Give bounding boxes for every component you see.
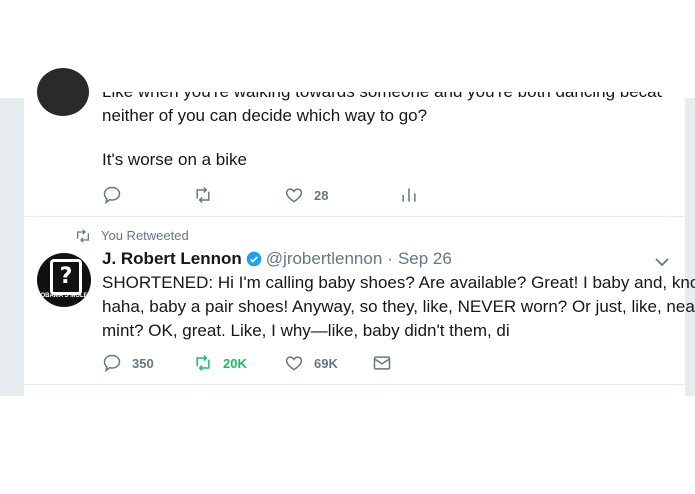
tweet-text-fragment: Like when you're walking towards someone… [102,92,662,102]
avatar[interactable] [37,68,89,116]
reply-icon [103,354,121,373]
reply-button[interactable]: 350 [102,353,154,373]
retweet-context-icon [77,229,89,242]
tweet-divider [24,384,685,385]
heart-icon [285,356,303,371]
like-count: 28 [314,187,329,203]
tweet-text-line: SHORTENED: Hi I'm calling baby shoes? Ar… [102,273,695,292]
retweet-context: You Retweeted [75,228,189,243]
tweet-text-line: mint? OK, great. Like, I why—like, baby … [102,321,510,340]
retweet-count: 20K [223,355,247,371]
tweet-text-line: haha, baby a pair shoes! Anyway, so they… [102,297,695,316]
reply-button[interactable] [102,185,122,205]
tweet-date[interactable]: Sep 26 [398,249,452,269]
timeline-background: Like when you're walking towards someone… [0,68,695,396]
retweet-icon [196,354,210,372]
analytics-button[interactable] [399,185,419,205]
tweet-divider [24,216,685,217]
avatar-caption: OBAMA'S MOLE [40,293,88,299]
like-button[interactable]: 28 [284,185,328,205]
analytics-icon [402,188,416,202]
retweet-icon [196,186,210,204]
tweet-text: neither of you can decide which way to g… [102,106,428,125]
author-handle[interactable]: @jrobertlennon [266,249,383,269]
retweet-button[interactable]: 20K [193,353,247,373]
heart-icon [285,188,303,203]
question-mark-icon: ? [50,259,82,295]
meta-separator: · [387,249,393,268]
retweet-context-label: You Retweeted [101,228,189,243]
direct-message-button[interactable] [372,353,392,373]
reply-icon [103,186,121,205]
tweet-header: J. Robert Lennon @jrobertlennon · Sep 26 [102,249,452,269]
chevron-down-icon[interactable] [654,254,670,270]
like-count: 69K [314,355,338,371]
author-name[interactable]: J. Robert Lennon [102,249,242,269]
envelope-icon [373,356,391,370]
timeline-card: Like when you're walking towards someone… [24,68,695,396]
tweet-text-cut-line: Like when you're walking towards someone… [102,92,662,102]
retweet-button[interactable] [193,185,213,205]
verified-badge-icon [246,251,262,267]
like-button[interactable]: 69K [284,353,338,373]
reply-count: 350 [132,355,154,371]
tweet-text: It's worse on a bike [102,150,247,169]
avatar[interactable]: ? OBAMA'S MOLE [37,253,91,307]
